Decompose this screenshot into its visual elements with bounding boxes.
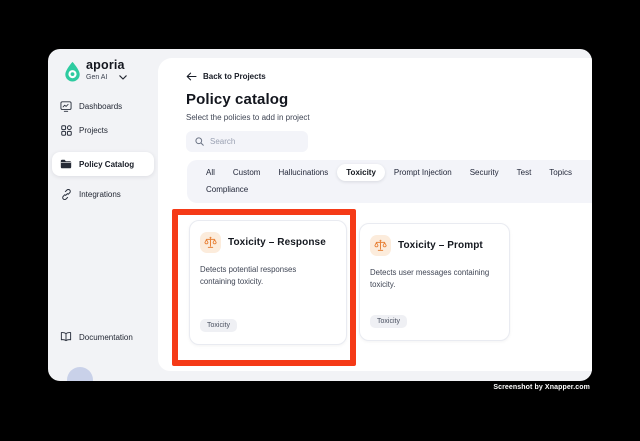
projects-icon: [60, 124, 72, 136]
sidebar-item-label: Dashboards: [79, 101, 123, 111]
brand-name: aporia: [86, 58, 125, 72]
sidebar-item-policy-catalog[interactable]: Policy Catalog: [52, 152, 154, 176]
policy-cards: Toxicity – Response Detects potential re…: [189, 220, 592, 345]
scales-icon: [200, 232, 221, 253]
workspace-name: Gen AI: [86, 74, 108, 81]
policy-card-toxicity-prompt[interactable]: Toxicity – Prompt Detects user messages …: [359, 223, 510, 341]
tab-compliance[interactable]: Compliance: [197, 181, 257, 198]
tab-custom[interactable]: Custom: [224, 164, 270, 181]
dashboards-icon: [60, 100, 72, 112]
arrow-left-icon: [186, 72, 197, 81]
policy-card-title: Toxicity – Prompt: [398, 240, 483, 251]
page-subtitle: Select the policies to add in project: [186, 113, 310, 122]
main-panel: Back to Projects Policy catalog Select t…: [158, 58, 592, 371]
scales-icon: [370, 235, 391, 256]
sidebar-item-label: Integrations: [79, 189, 121, 199]
user-avatar[interactable]: [67, 367, 93, 381]
tab-topics[interactable]: Topics: [540, 164, 581, 181]
search-box[interactable]: [186, 131, 308, 152]
page-title: Policy catalog: [186, 91, 289, 108]
back-link-label: Back to Projects: [203, 72, 266, 81]
sidebar: aporia Gen AI Dashboards Projects Policy…: [48, 49, 158, 381]
sidebar-item-integrations[interactable]: Integrations: [54, 184, 152, 204]
back-to-projects-link[interactable]: Back to Projects: [186, 72, 592, 81]
sidebar-item-documentation[interactable]: Documentation: [60, 331, 133, 343]
watermark-text: Screenshot by Xnapper.com: [493, 384, 590, 391]
filter-tabs: All Custom Hallucinations Toxicity Promp…: [187, 160, 592, 203]
sidebar-item-projects[interactable]: Projects: [54, 120, 152, 140]
folder-icon: [60, 158, 72, 170]
policy-card-toxicity-response[interactable]: Toxicity – Response Detects potential re…: [189, 220, 347, 345]
book-icon: [60, 331, 72, 343]
aporia-logo-icon: [65, 61, 80, 82]
tab-test[interactable]: Test: [508, 164, 541, 181]
search-icon: [195, 137, 204, 146]
search-input[interactable]: [210, 137, 299, 146]
policy-card-title: Toxicity – Response: [228, 237, 326, 248]
sidebar-item-label: Policy Catalog: [79, 159, 135, 169]
sidebar-nav: Dashboards Projects Policy Catalog Integ…: [52, 96, 154, 208]
tab-toxicity[interactable]: Toxicity: [337, 164, 385, 181]
policy-card-description: Detects potential responses containing t…: [200, 265, 297, 287]
sidebar-item-label: Projects: [79, 125, 108, 135]
policy-card-tag: Toxicity: [200, 319, 237, 332]
tab-prompt-injection[interactable]: Prompt Injection: [385, 164, 461, 181]
chevron-down-icon[interactable]: [119, 75, 128, 80]
sidebar-item-label: Documentation: [79, 332, 133, 342]
sidebar-item-dashboards[interactable]: Dashboards: [54, 96, 152, 116]
policy-card-tag: Toxicity: [370, 315, 407, 328]
tab-security[interactable]: Security: [461, 164, 508, 181]
tab-hallucinations[interactable]: Hallucinations: [269, 164, 337, 181]
workspace-switcher[interactable]: aporia Gen AI: [64, 59, 152, 82]
tab-all[interactable]: All: [197, 164, 224, 181]
link-icon: [60, 188, 72, 200]
policy-card-description: Detects user messages containing toxicit…: [370, 268, 490, 290]
app-window: aporia Gen AI Dashboards Projects Policy…: [48, 49, 592, 381]
